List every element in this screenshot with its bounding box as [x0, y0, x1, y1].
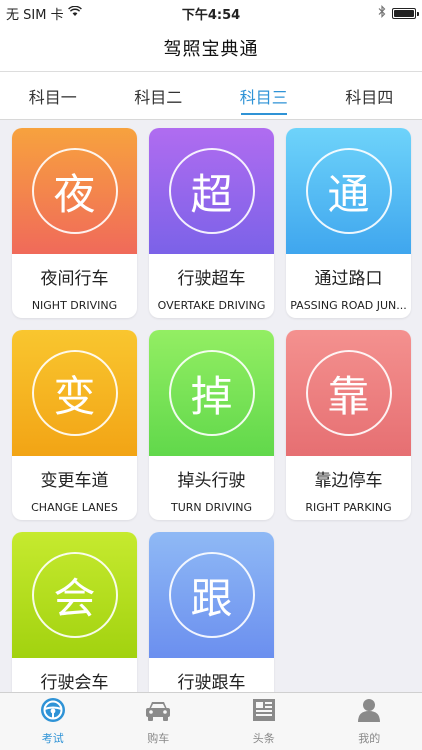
lesson-glyph: 会 — [31, 552, 118, 638]
tab-subject-4[interactable]: 科目四 — [317, 72, 422, 119]
lesson-subtitle: PASSING ROAD JUN... — [290, 299, 407, 312]
tabbar-item-headlines[interactable]: 头条 — [211, 693, 317, 750]
lesson-card-banner: 变 — [12, 330, 137, 456]
tabbar-label-exam: 考试 — [41, 732, 64, 745]
lesson-title: 变更车道 — [40, 471, 109, 491]
lesson-subtitle: NIGHT DRIVING — [31, 299, 118, 312]
lesson-subtitle: OVERTAKE DRIVING — [157, 299, 266, 312]
nav-bar: 驾照宝典通 — [0, 24, 422, 72]
tabbar-item-exam[interactable]: 考试 — [0, 693, 106, 750]
status-right — [378, 5, 419, 22]
bottom-tab-bar: 考试 购车 头条 我的 — [0, 692, 422, 750]
tabbar-label-buy-car: 购车 — [147, 732, 170, 745]
tabbar-label-headlines: 头条 — [252, 732, 275, 745]
lesson-card[interactable]: 通通过路口 PASSING ROAD JUN... — [286, 128, 411, 318]
lesson-card[interactable]: 靠靠边停车 RIGHT PARKING — [286, 330, 411, 520]
lesson-title: 行驶跟车 — [177, 673, 246, 693]
lesson-glyph: 跟 — [168, 552, 255, 638]
lesson-title: 行驶会车 — [40, 673, 109, 693]
lesson-title: 行驶超车 — [177, 269, 246, 289]
lesson-card-banner: 通 — [286, 128, 411, 254]
lesson-glyph: 靠 — [305, 350, 392, 436]
lesson-glyph: 通 — [305, 148, 392, 234]
tabbar-item-buy-car[interactable]: 购车 — [106, 693, 212, 750]
lesson-card-banner: 会 — [12, 532, 137, 658]
lesson-grid: 夜夜间行车 NIGHT DRIVING 超行驶超车 OVERTAKE DRIVING 通… — [12, 128, 412, 722]
lesson-card-banner: 跟 — [149, 532, 274, 658]
lesson-card-banner: 超 — [149, 128, 274, 254]
steering-wheel-icon — [40, 697, 66, 730]
lesson-card-banner: 靠 — [286, 330, 411, 456]
car-icon — [143, 697, 173, 730]
newspaper-icon — [251, 697, 277, 730]
lesson-title: 靠边停车 — [314, 471, 383, 491]
lesson-card-banner: 夜 — [12, 128, 137, 254]
lesson-card[interactable]: 变变更车道 CHANGE LANES — [12, 330, 137, 520]
bluetooth-icon — [378, 5, 386, 22]
lesson-glyph: 掉 — [168, 350, 255, 436]
lesson-title: 通过路口 — [314, 269, 383, 289]
status-time: 下午4:54 — [181, 8, 241, 23]
person-icon — [356, 697, 382, 730]
lesson-title: 掉头行驶 — [177, 471, 246, 491]
lesson-subtitle: TURN DRIVING — [170, 501, 253, 514]
lesson-card-banner: 掉 — [149, 330, 274, 456]
lesson-subtitle: RIGHT PARKING — [305, 501, 392, 514]
lesson-card[interactable]: 掉掉头行驶 TURN DRIVING — [149, 330, 274, 520]
tabbar-label-mine: 我的 — [358, 732, 381, 745]
tab-subject-3[interactable]: 科目三 — [211, 72, 317, 119]
tab-subject-2[interactable]: 科目二 — [106, 72, 212, 119]
page-title: 驾照宝典通 — [163, 38, 259, 60]
lesson-glyph: 变 — [31, 350, 118, 436]
lesson-card[interactable]: 夜夜间行车 NIGHT DRIVING — [12, 128, 137, 318]
tab-subject-1[interactable]: 科目一 — [0, 72, 106, 119]
lesson-card[interactable]: 超行驶超车 OVERTAKE DRIVING — [149, 128, 274, 318]
battery-icon — [392, 8, 419, 19]
subject-tabs: 科目一 科目二 科目三 科目四 — [0, 72, 422, 120]
lesson-subtitle: CHANGE LANES — [31, 501, 118, 514]
tabbar-item-mine[interactable]: 我的 — [317, 693, 422, 750]
lesson-glyph: 超 — [168, 148, 255, 234]
lesson-glyph: 夜 — [31, 148, 118, 234]
lesson-title: 夜间行车 — [40, 269, 109, 289]
status-bar: 无 SIM 卡 下午4:54 — [0, 0, 422, 24]
